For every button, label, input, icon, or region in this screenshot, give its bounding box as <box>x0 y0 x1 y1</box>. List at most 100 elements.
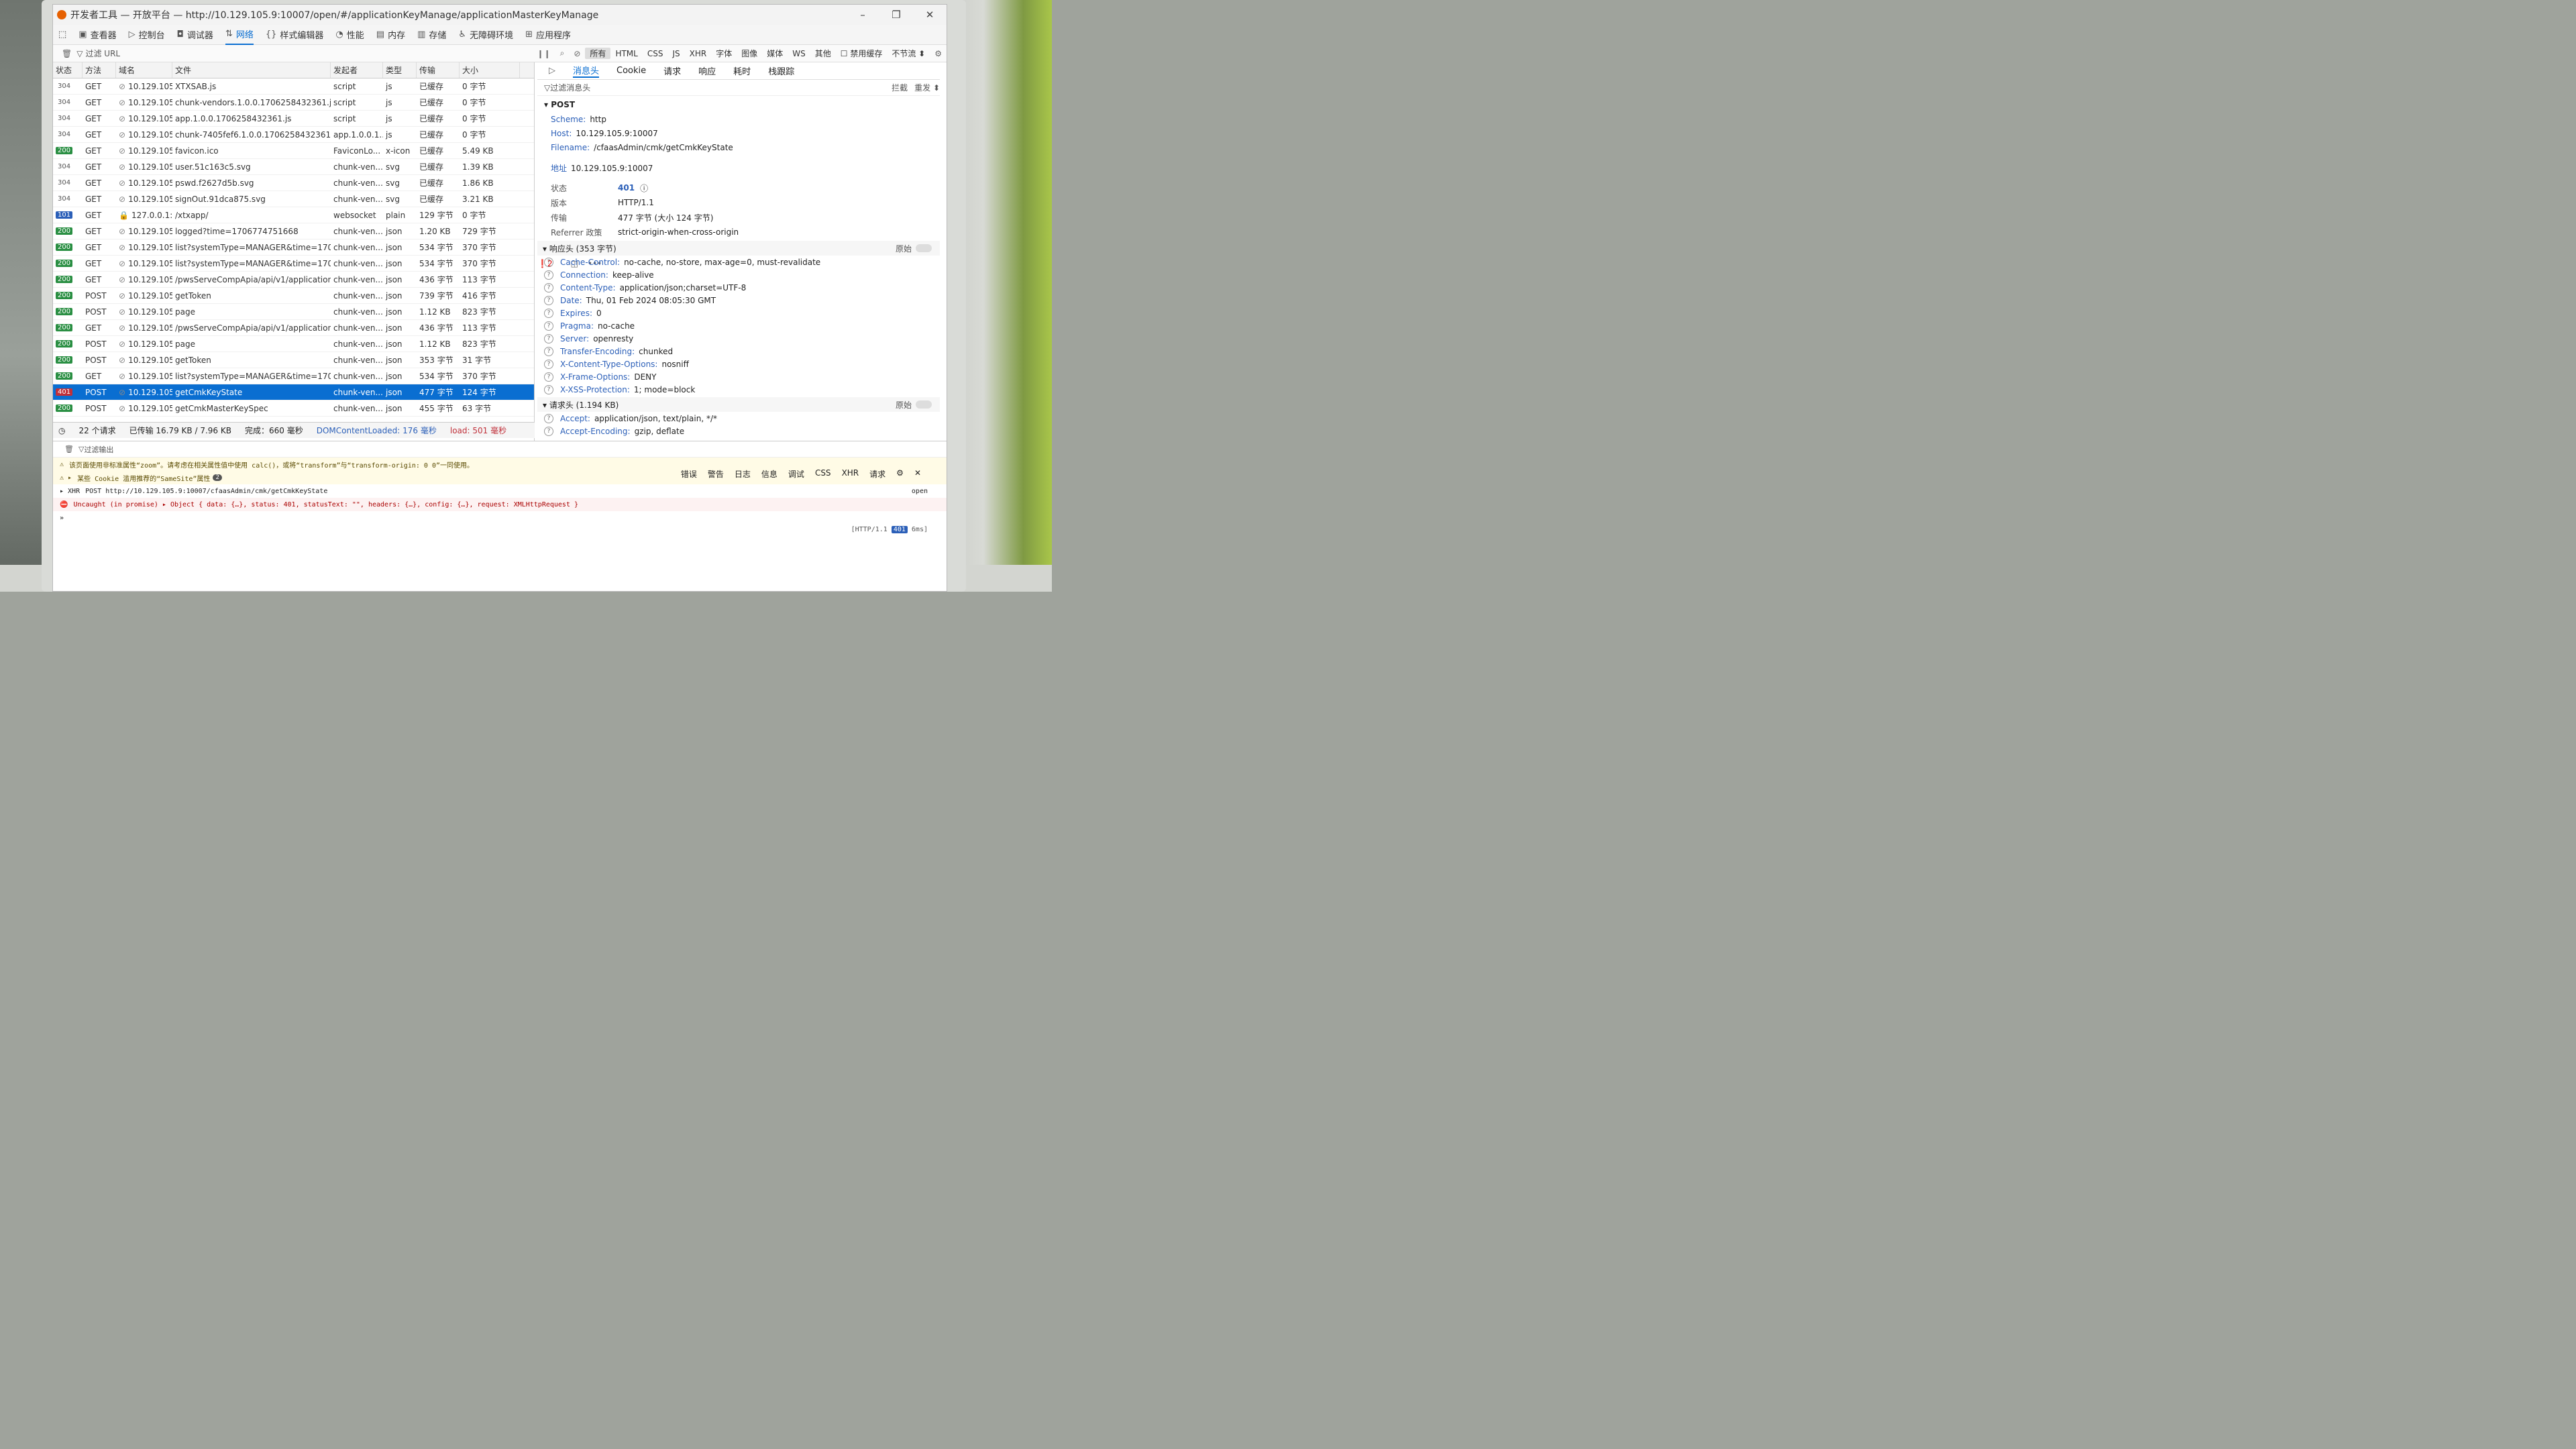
table-row[interactable]: 200 GET ⊘10.129.105..../pwsServeCompApia/a… <box>53 320 534 336</box>
table-row[interactable]: 304 GET ⊘10.129.105....chunk-vendors.1.0.0… <box>53 95 534 111</box>
tool-console[interactable]: ▷ 控制台 <box>129 28 165 41</box>
console-error[interactable]: ⛔ Uncaught (in promise) ▸ Object { data: … <box>53 498 947 511</box>
filter-tab-media[interactable]: 媒体 <box>762 48 788 59</box>
filter-tab-html[interactable]: HTML <box>610 49 642 58</box>
tab-cookie[interactable]: Cookie <box>616 66 646 76</box>
console-xhr[interactable]: ▸ XHR POST http://10.129.105.9:10007/cfaa… <box>53 484 947 498</box>
tab-headers[interactable]: 消息头 <box>573 64 600 78</box>
tool-style-editor[interactable]: {} 样式编辑器 <box>266 28 324 41</box>
table-row[interactable]: 200 GET ⊘10.129.105....list?systemType=MAN… <box>53 256 534 272</box>
table-row[interactable]: 200 POST ⊘10.129.105....getCmkMasterKeySpe… <box>53 400 534 417</box>
table-row[interactable]: 101 GET 🔒127.0.0.1:2.../xtxapp/websocket pl… <box>53 207 534 223</box>
header-row[interactable]: ? Transfer-Encoding: chunked <box>544 345 940 358</box>
header-row[interactable]: ? Server: openresty <box>544 332 940 345</box>
table-row[interactable]: 304 GET ⊘10.129.105....signOut.91dca875.sv… <box>53 191 534 207</box>
header-row[interactable]: ? Cache-Control: no-cache, no-store, max-a… <box>544 256 940 268</box>
level-xhr[interactable]: XHR <box>842 468 859 480</box>
search-icon[interactable]: ⌕ <box>560 48 565 58</box>
tab-timings[interactable]: 耗时 <box>733 64 751 77</box>
tool-network[interactable]: ⇅ 网络 <box>225 25 254 45</box>
help-icon[interactable]: ? <box>544 308 553 318</box>
table-row[interactable]: 200 POST ⊘10.129.105....page chunk-ven...js… <box>53 304 534 320</box>
tab-stack-trace[interactable]: 栈跟踪 <box>768 64 794 77</box>
method-heading[interactable]: ▾ POST <box>544 100 940 109</box>
table-row[interactable]: 200 POST ⊘10.129.105....page chunk-ven...js… <box>53 336 534 352</box>
filter-tab-xhr[interactable]: XHR <box>685 49 712 58</box>
response-headers-group[interactable]: ▾ 响应头 (353 字节) 原始 <box>537 241 940 256</box>
help-icon[interactable]: ? <box>544 359 553 369</box>
raw-toggle-request[interactable]: 原始 <box>896 399 932 411</box>
trash-icon[interactable]: 🗑 <box>62 49 72 58</box>
table-row[interactable]: 304 GET ⊘10.129.105....XTXSAB.js script js 已缓… <box>53 78 534 95</box>
tab-request[interactable]: 请求 <box>663 64 681 77</box>
tool-debugger[interactable]: ◘ 调试器 <box>177 28 213 41</box>
table-row[interactable]: 200 GET ⊘10.129.105....list?systemType=MAN… <box>53 239 534 256</box>
header-row[interactable]: ? X-Content-Type-Options: nosniff <box>544 358 940 370</box>
help-icon[interactable]: ? <box>544 384 553 394</box>
header-row[interactable]: ? X-XSS-Protection: 1; mode=block <box>544 383 940 396</box>
help-icon[interactable]: ? <box>544 372 553 382</box>
pause-icon[interactable]: ❙❙ <box>537 49 551 58</box>
header-row[interactable]: ? Accept-Encoding: gzip, deflate <box>544 425 940 437</box>
tab-response[interactable]: 响应 <box>698 64 716 77</box>
level-requests[interactable]: 请求 <box>869 468 885 480</box>
col-initiator[interactable]: 发起者 <box>331 62 383 78</box>
block-button[interactable]: 拦截 <box>892 82 908 93</box>
pick-element-icon[interactable]: ⬚ <box>58 30 66 40</box>
toggle-switch[interactable] <box>916 400 932 409</box>
header-row[interactable]: ? X-Frame-Options: DENY <box>544 370 940 383</box>
gear-icon[interactable]: ⚙ <box>896 468 904 480</box>
help-icon[interactable]: ? <box>544 270 553 280</box>
close-button[interactable]: ✕ <box>913 9 947 21</box>
table-row[interactable]: 304 GET ⊘10.129.105....user.51c163c5.svg ch… <box>53 159 534 175</box>
header-row[interactable]: ? Expires: 0 <box>544 307 940 319</box>
request-headers-group[interactable]: ▾ 请求头 (1.194 KB) 原始 <box>537 397 940 412</box>
console-input[interactable]: » <box>53 511 947 525</box>
table-row[interactable]: 200 GET ⊘10.129.105..../pwsServeCompApia/a… <box>53 272 534 288</box>
level-debug[interactable]: 调试 <box>788 468 804 480</box>
close-icon[interactable]: ✕ <box>914 468 921 480</box>
disable-cache-checkbox[interactable]: ☐ 禁用缓存 <box>836 48 888 59</box>
table-row[interactable]: 304 GET ⊘10.129.105....app.1.0.0.170625843… <box>53 111 534 127</box>
block-icon[interactable]: ⊘ <box>574 49 580 58</box>
filter-tab-other[interactable]: 其他 <box>810 48 836 59</box>
filter-url-input[interactable]: 过滤 URL <box>85 48 461 59</box>
level-logs[interactable]: 日志 <box>735 468 751 480</box>
raw-toggle[interactable]: 原始 <box>896 243 932 254</box>
header-row[interactable]: ? Date: Thu, 01 Feb 2024 08:05:30 GMT <box>544 294 940 307</box>
filter-tab-fonts[interactable]: 字体 <box>711 48 737 59</box>
gear-icon[interactable]: ⚙ <box>934 49 942 58</box>
filter-tab-css[interactable]: CSS <box>643 49 668 58</box>
help-icon[interactable]: ? <box>544 426 553 436</box>
help-icon[interactable]: ? <box>544 333 553 343</box>
tool-accessibility[interactable]: ♿ 无障碍环境 <box>458 28 513 41</box>
table-row[interactable]: 200 POST ⊘10.129.105....getToken chunk-ven.… <box>53 288 534 304</box>
table-row[interactable]: 304 GET ⊘10.129.105....pswd.f2627d5b.svg ch… <box>53 175 534 191</box>
console-filter-input[interactable]: 过滤输出 <box>84 444 113 455</box>
level-warnings[interactable]: 警告 <box>708 468 724 480</box>
filter-tab-ws[interactable]: WS <box>788 49 810 58</box>
col-type[interactable]: 类型 <box>383 62 417 78</box>
minimize-button[interactable]: – <box>846 9 879 21</box>
col-transfer[interactable]: 传输 <box>417 62 460 78</box>
resend-button[interactable]: 重发 ⬍ <box>914 82 940 93</box>
tool-inspector[interactable]: ▣ 查看器 <box>78 28 116 41</box>
col-domain[interactable]: 域名 <box>116 62 172 78</box>
col-file[interactable]: 文件 <box>172 62 331 78</box>
tool-application[interactable]: ⊞ 应用程序 <box>525 28 571 41</box>
tool-memory[interactable]: ▤ 内存 <box>376 28 405 41</box>
toggle-sidebar-icon[interactable]: ▷ <box>549 66 555 76</box>
table-row[interactable]: 200 POST ⊘10.129.105....getToken chunk-ven.… <box>53 352 534 368</box>
help-icon[interactable]: ? <box>544 346 553 356</box>
trash-icon[interactable]: 🗑 <box>64 445 74 453</box>
table-row[interactable]: 401 POST ⊘10.129.105....getCmkKeyState chun… <box>53 384 534 400</box>
maximize-button[interactable]: ❐ <box>879 9 913 21</box>
help-icon[interactable]: ⓘ <box>640 182 648 194</box>
tool-storage[interactable]: ▥ 存储 <box>417 28 446 41</box>
help-icon[interactable]: ? <box>544 257 553 267</box>
level-css[interactable]: CSS <box>815 468 831 480</box>
throttle-select[interactable]: 不节流 ⬍ <box>887 48 930 59</box>
header-row[interactable]: ? Content-Type: application/json;charset=U… <box>544 281 940 294</box>
table-row[interactable]: 200 GET ⊘10.129.105....favicon.ico FaviconL… <box>53 143 534 159</box>
col-method[interactable]: 方法 <box>83 62 116 78</box>
